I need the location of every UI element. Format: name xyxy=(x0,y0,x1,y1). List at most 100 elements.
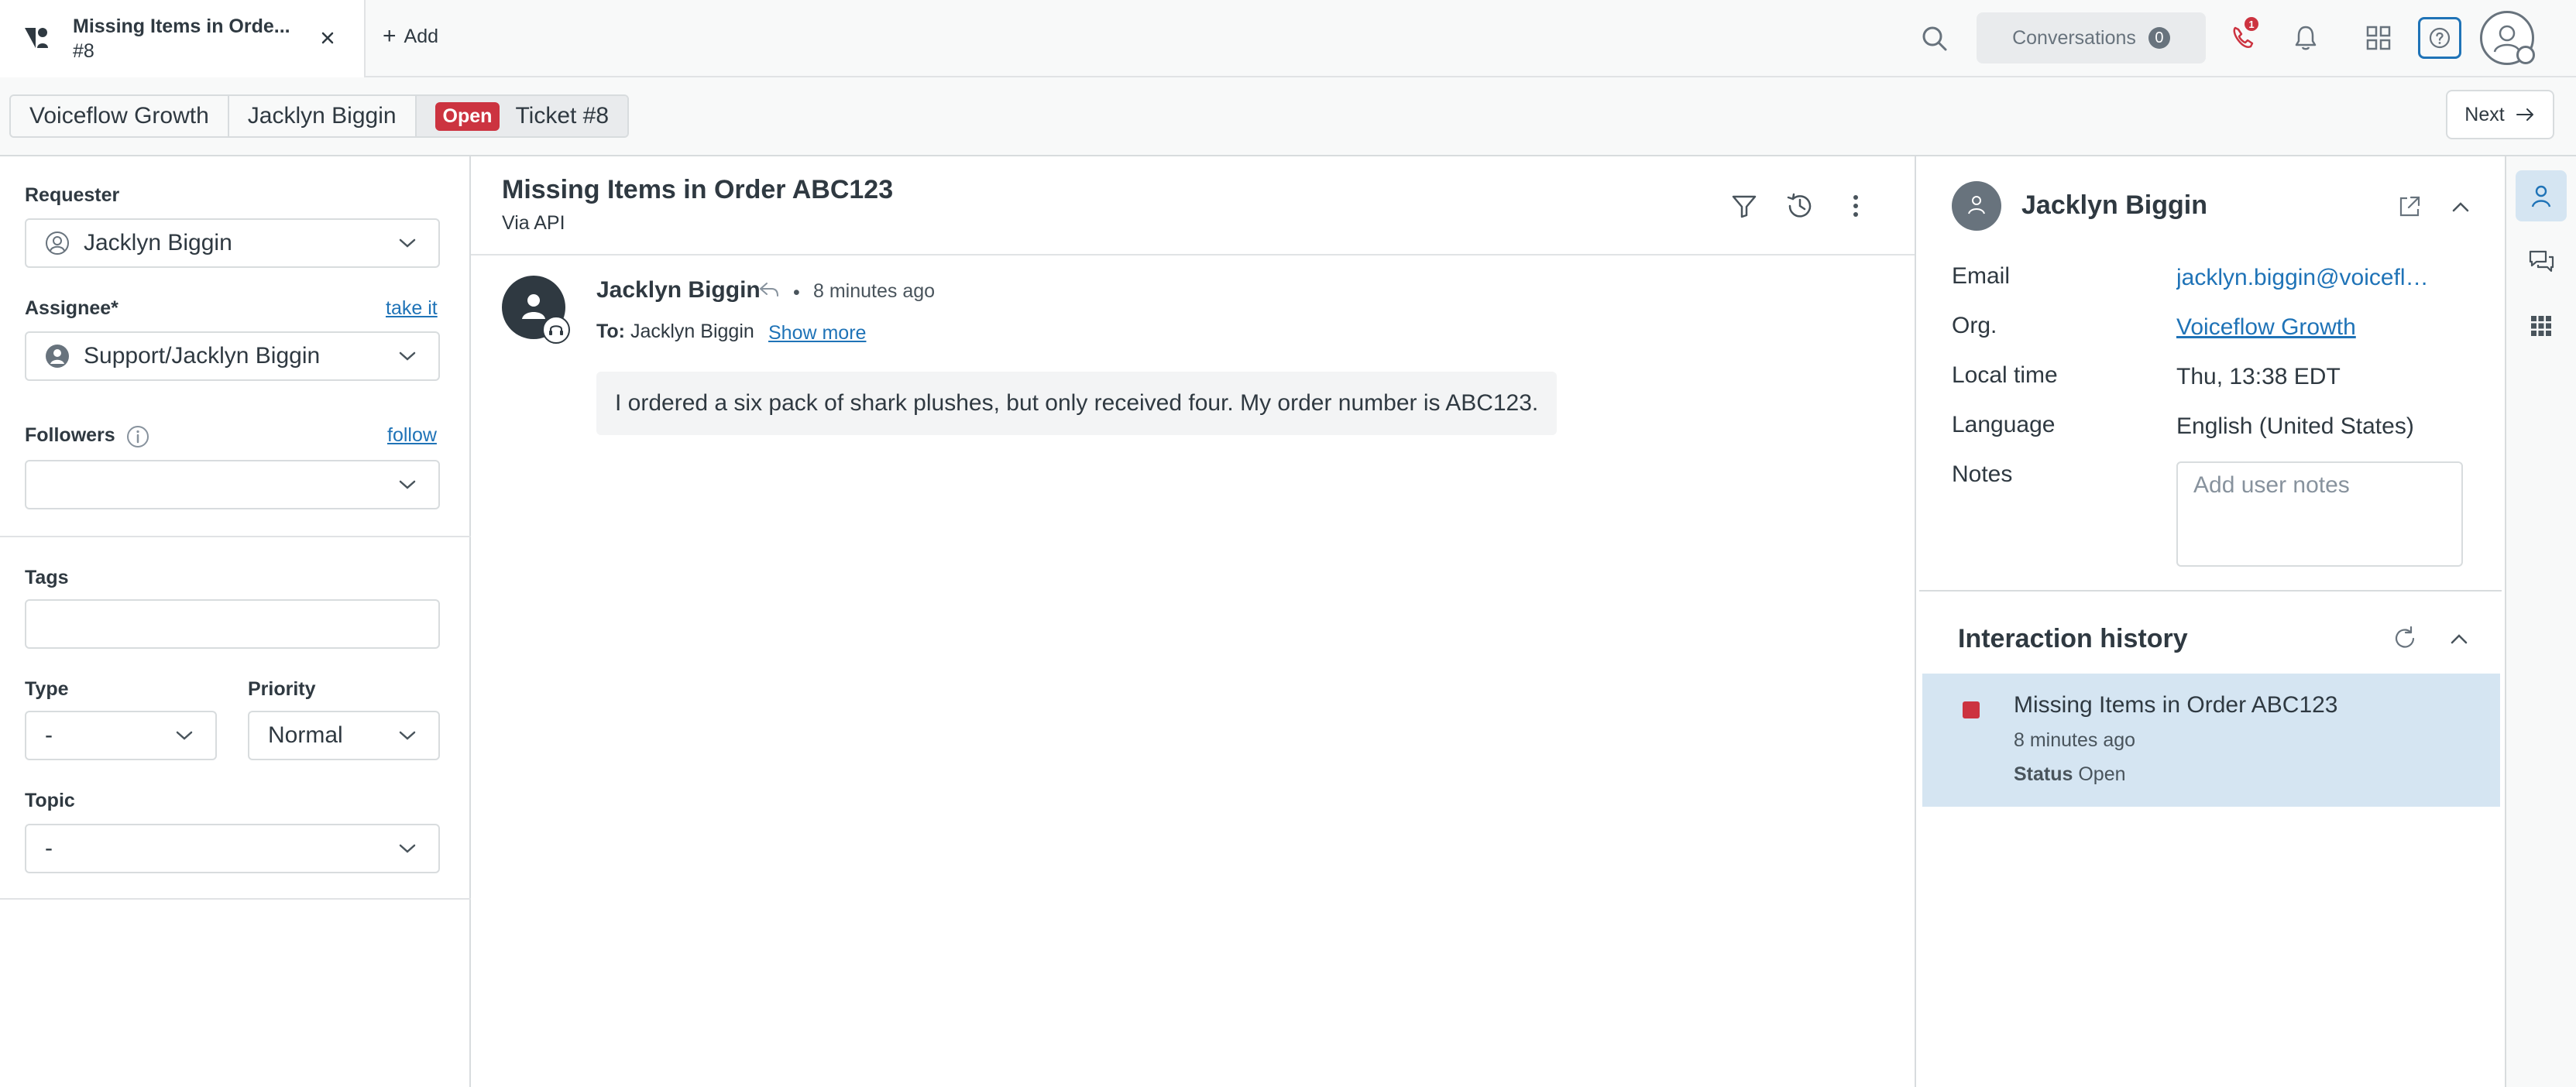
chevron-down-icon xyxy=(176,731,193,740)
more-options-icon[interactable] xyxy=(1840,190,1871,221)
requester-select[interactable]: Jacklyn Biggin xyxy=(25,218,440,268)
close-icon[interactable] xyxy=(318,28,338,48)
tab-ticket-number: #8 xyxy=(73,40,94,62)
status-indicator xyxy=(2516,46,2535,64)
history-item-title: Missing Items in Order ABC123 xyxy=(2014,692,2338,718)
bell-icon[interactable] xyxy=(2289,22,2322,54)
requester-label: Requester xyxy=(25,184,120,206)
chat-bubbles-icon xyxy=(2529,250,2554,273)
conversation-pane: Missing Items in Order ABC123 Via API Ja… xyxy=(471,156,1915,1087)
ticket-tab[interactable]: Missing Items in Orde... #8 xyxy=(0,0,366,77)
conversations-count: 0 xyxy=(2148,27,2170,49)
language-label: Language xyxy=(1952,412,2056,437)
breadcrumb-ticket[interactable]: Open Ticket #8 xyxy=(416,96,628,136)
add-tab-button[interactable]: + Add xyxy=(383,25,438,48)
section-divider xyxy=(0,898,471,900)
history-status-value: Open xyxy=(2078,763,2126,785)
type-select[interactable]: - xyxy=(25,711,217,760)
org-label: Org. xyxy=(1952,313,1997,338)
conversation-header: Missing Items in Order ABC123 Via API xyxy=(471,156,1915,255)
refresh-icon[interactable] xyxy=(2390,624,2420,653)
type-label: Type xyxy=(25,678,69,700)
conversations-label: Conversations xyxy=(2012,26,2136,49)
status-dot xyxy=(1963,701,1980,718)
search-icon[interactable] xyxy=(1919,23,1950,54)
reply-icon[interactable] xyxy=(757,280,781,299)
message-recipients: To: Jacklyn Biggin xyxy=(596,321,754,343)
type-value: - xyxy=(45,722,53,748)
email-value[interactable]: jacklyn.biggin@voiceflow... xyxy=(2176,265,2440,291)
breadcrumb: Voiceflow Growth Jacklyn Biggin Open Tic… xyxy=(9,94,630,138)
agent-avatar-icon xyxy=(46,345,69,368)
breadcrumb-requester[interactable]: Jacklyn Biggin xyxy=(228,96,417,136)
rail-customer-context[interactable] xyxy=(2516,170,2567,221)
show-more-link[interactable]: Show more xyxy=(768,322,866,345)
history-status-label: Status xyxy=(2014,763,2073,785)
info-icon[interactable] xyxy=(125,424,150,449)
ticket-channel: Via API xyxy=(502,212,565,234)
follow-link[interactable]: follow xyxy=(387,424,437,447)
top-bar: Missing Items in Orde... #8 + Add Conver… xyxy=(0,0,2576,77)
chevron-down-icon xyxy=(399,480,416,489)
tags-label: Tags xyxy=(25,567,69,588)
local-time-value: Thu, 13:38 EDT xyxy=(2176,364,2341,389)
user-notes-field[interactable] xyxy=(2176,461,2463,567)
chevron-down-icon xyxy=(399,238,416,248)
email-label: Email xyxy=(1952,263,2011,289)
to-value: Jacklyn Biggin xyxy=(630,321,754,342)
followers-label: Followers xyxy=(25,424,115,446)
language-value: English (United States) xyxy=(2176,413,2414,439)
followers-select[interactable] xyxy=(25,460,440,509)
products-grid-icon[interactable] xyxy=(2362,22,2395,54)
assignee-label: Assignee* xyxy=(25,297,118,319)
message-author: Jacklyn Biggin xyxy=(596,277,761,303)
interaction-history-title: Interaction history xyxy=(1958,624,2188,653)
rail-apps[interactable] xyxy=(2516,300,2567,351)
zendesk-logo-icon xyxy=(25,28,48,48)
rail-knowledge[interactable] xyxy=(2516,235,2567,286)
history-item-time: 8 minutes ago xyxy=(2014,729,2136,751)
breadcrumb-org[interactable]: Voiceflow Growth xyxy=(11,96,229,136)
headset-badge xyxy=(542,316,570,344)
org-value[interactable]: Voiceflow Growth xyxy=(2176,314,2356,341)
tab-title-text: Missing Items in Orde... xyxy=(73,15,290,37)
person-icon xyxy=(2531,185,2551,207)
take-it-link[interactable]: take it xyxy=(386,297,438,320)
breadcrumb-bar: Voiceflow Growth Jacklyn Biggin Open Tic… xyxy=(0,77,2576,156)
help-button[interactable] xyxy=(2418,17,2461,59)
chevron-down-icon xyxy=(399,351,416,361)
phone-badge: 1 xyxy=(2245,17,2258,31)
chevron-up-icon[interactable] xyxy=(2446,626,2472,652)
conversations-button[interactable]: Conversations 0 xyxy=(1977,12,2206,63)
headset-icon xyxy=(549,325,563,335)
priority-label: Priority xyxy=(248,678,316,700)
user-context-panel: Jacklyn Biggin Email jacklyn.biggin@voic… xyxy=(1915,156,2505,1087)
tab-title: Missing Items in Orde... #8 xyxy=(73,14,297,63)
topic-select[interactable]: - xyxy=(25,824,440,873)
filter-icon[interactable] xyxy=(1729,190,1760,221)
open-external-icon[interactable] xyxy=(2396,194,2423,220)
chevron-up-icon[interactable] xyxy=(2447,194,2474,220)
topic-label: Topic xyxy=(25,790,75,811)
plus-icon: + xyxy=(383,23,397,49)
ticket-properties-panel: Requester Jacklyn Biggin Assignee* take … xyxy=(0,156,471,1087)
interaction-history-item[interactable]: Missing Items in Order ABC123 8 minutes … xyxy=(1922,674,2500,807)
chevron-down-icon xyxy=(399,731,416,740)
apps-grid-icon xyxy=(2531,316,2551,336)
help-icon xyxy=(2429,27,2451,49)
user-avatar[interactable] xyxy=(2480,11,2535,65)
user-name[interactable]: Jacklyn Biggin xyxy=(2021,190,2207,221)
local-time-label: Local time xyxy=(1952,362,2058,388)
arrow-right-icon xyxy=(2516,108,2533,121)
tags-input[interactable] xyxy=(25,599,440,649)
to-label: To: xyxy=(596,321,626,342)
history-icon[interactable] xyxy=(1784,190,1815,221)
assignee-value: Support/Jacklyn Biggin xyxy=(84,343,321,369)
priority-select[interactable]: Normal xyxy=(248,711,440,760)
priority-value: Normal xyxy=(268,722,343,748)
assignee-select[interactable]: Support/Jacklyn Biggin xyxy=(25,331,440,381)
panel-divider xyxy=(1919,590,2502,592)
user-avatar xyxy=(1952,181,2001,231)
ticket-subject[interactable]: Missing Items in Order ABC123 xyxy=(502,175,893,205)
next-button[interactable]: Next xyxy=(2446,90,2554,139)
